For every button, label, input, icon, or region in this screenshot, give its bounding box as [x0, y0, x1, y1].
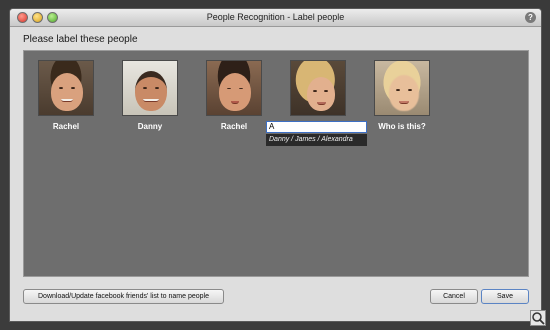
face-thumbnail-2[interactable]: [122, 60, 178, 116]
person-name-2[interactable]: Danny: [114, 122, 186, 131]
magnifier-icon[interactable]: [530, 310, 546, 326]
face-thumbnail-1[interactable]: [38, 60, 94, 116]
name-suggestions[interactable]: Danny / James / Alexandra: [266, 134, 367, 146]
person-name-5[interactable]: Who is this?: [366, 122, 438, 131]
faces-panel: Rachel Danny Rachel A Danny / James / Al…: [23, 50, 529, 277]
title-bar: People Recognition - Label people ?: [10, 9, 541, 27]
cancel-button[interactable]: Cancel: [430, 289, 478, 304]
face-thumbnail-5[interactable]: [374, 60, 430, 116]
person-name-input[interactable]: A: [266, 121, 367, 133]
dialog-window: People Recognition - Label people ? Plea…: [9, 8, 542, 322]
window-title: People Recognition - Label people: [206, 12, 345, 22]
face-thumbnail-4[interactable]: [290, 60, 346, 116]
help-icon[interactable]: ?: [525, 12, 536, 23]
name-input-value: A: [269, 122, 275, 131]
face-thumbnail-3[interactable]: [206, 60, 262, 116]
facebook-friends-button[interactable]: Download/Update facebook friends' list t…: [23, 289, 224, 304]
save-button[interactable]: Save: [481, 289, 529, 304]
person-name-3[interactable]: Rachel: [198, 122, 270, 131]
instruction-label: Please label these people: [23, 34, 138, 45]
person-name-1[interactable]: Rachel: [30, 122, 102, 131]
